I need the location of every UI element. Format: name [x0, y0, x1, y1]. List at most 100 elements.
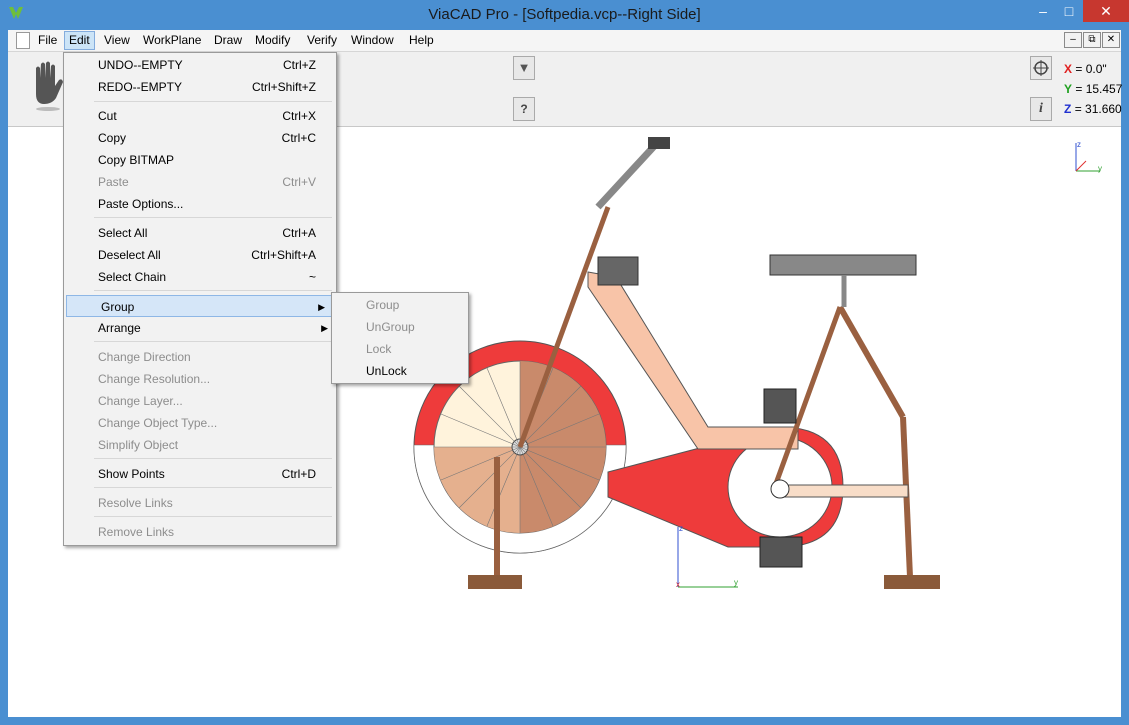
- menu-item-label: Resolve Links: [98, 496, 173, 510]
- menu-item-label: UNDO--EMPTY: [98, 58, 183, 72]
- maximize-button[interactable]: □: [1056, 0, 1082, 22]
- menu-item-shortcut: Ctrl+X: [282, 109, 316, 123]
- menu-item-shortcut: Ctrl+Z: [283, 58, 316, 72]
- menu-item-label: Arrange: [98, 321, 141, 335]
- edit-menu-item-change-direction: Change Direction: [64, 346, 336, 368]
- z-value: = 31.660: [1074, 102, 1122, 116]
- menu-item-label: Cut: [98, 109, 117, 123]
- edit-menu-item-change-resolution: Change Resolution...: [64, 368, 336, 390]
- menu-item-shortcut: Ctrl+A: [282, 226, 316, 240]
- edit-menu-item-copy[interactable]: Copy Ctrl+C: [64, 127, 336, 149]
- menu-window[interactable]: Window: [347, 33, 398, 50]
- menu-item-label: Lock: [366, 342, 392, 356]
- menu-item-label: Copy: [98, 131, 127, 145]
- menu-item-label: Paste: [98, 175, 129, 189]
- menu-separator: [94, 101, 332, 102]
- edit-menu-item-paste: Paste Ctrl+V: [64, 171, 336, 193]
- mdi-restore-button[interactable]: ⧉: [1083, 32, 1101, 48]
- help-button[interactable]: ?: [513, 97, 535, 121]
- submenu-arrow-icon: ▶: [321, 323, 328, 333]
- menu-view[interactable]: View: [100, 33, 134, 50]
- menu-separator: [94, 487, 332, 488]
- edit-menu-item-show-points[interactable]: Show Points Ctrl+D: [64, 463, 336, 485]
- edit-menu-item-change-layer: Change Layer...: [64, 390, 336, 412]
- snap-target-icon[interactable]: [1030, 56, 1052, 80]
- hand-pan-icon[interactable]: [30, 60, 66, 112]
- menu-item-label: Change Direction: [98, 350, 191, 364]
- menu-modify[interactable]: Modify: [251, 33, 294, 50]
- close-button[interactable]: ✕: [1083, 0, 1129, 22]
- menu-item-shortcut: Ctrl+C: [281, 131, 316, 145]
- edit-menu-item-remove-links: Remove Links: [64, 521, 336, 543]
- menu-separator: [94, 341, 332, 342]
- menu-item-shortcut: Ctrl+V: [282, 175, 316, 189]
- edit-menu-item-arrange[interactable]: Arrange ▶: [64, 317, 336, 339]
- menu-item-shortcut: ~: [308, 270, 316, 284]
- menu-help[interactable]: Help: [405, 33, 438, 50]
- group-submenu-item-ungroup: UnGroup: [332, 316, 468, 338]
- menu-item-label: Remove Links: [98, 525, 175, 539]
- y-label: Y: [1064, 82, 1073, 96]
- info-button[interactable]: i: [1030, 97, 1052, 121]
- menu-item-label: Select All: [98, 226, 148, 240]
- menu-item-shortcut: Ctrl+D: [281, 467, 316, 481]
- x-value: = 0.0": [1075, 62, 1107, 76]
- coordinate-readout: X = 0.0" Y = 15.457 Z = 31.660: [1062, 60, 1122, 122]
- menu-item-label: REDO--EMPTY: [98, 80, 182, 94]
- edit-menu-item-change-object-type: Change Object Type...: [64, 412, 336, 434]
- edit-menu-item-undo-empty[interactable]: UNDO--EMPTY Ctrl+Z: [64, 54, 336, 76]
- dropdown-arrow-button[interactable]: ▼: [513, 56, 535, 80]
- edit-menu-item-paste-options[interactable]: Paste Options...: [64, 193, 336, 215]
- menu-item-label: Paste Options...: [98, 197, 184, 211]
- menu-file[interactable]: File: [34, 33, 61, 50]
- menu-item-label: UnGroup: [366, 320, 415, 334]
- menu-item-label: Copy BITMAP: [98, 153, 175, 167]
- svg-text:y: y: [734, 578, 738, 587]
- menu-verify[interactable]: Verify: [303, 33, 341, 50]
- minimize-button[interactable]: –: [1030, 0, 1056, 22]
- menu-item-label: Change Layer...: [98, 394, 183, 408]
- menu-item-label: Change Object Type...: [98, 416, 218, 430]
- menu-separator: [94, 516, 332, 517]
- menu-workplane[interactable]: WorkPlane: [139, 33, 205, 50]
- window-title: ViaCAD Pro - [Softpedia.vcp--Right Side]: [428, 6, 701, 23]
- edit-menu-item-simplify-object: Simplify Object: [64, 434, 336, 456]
- edit-menu-item-deselect-all[interactable]: Deselect All Ctrl+Shift+A: [64, 244, 336, 266]
- menu-bar: File Edit View WorkPlane Draw Modify Ver…: [8, 30, 1121, 52]
- group-submenu-item-unlock[interactable]: UnLock: [332, 360, 468, 382]
- svg-text:z: z: [1077, 140, 1081, 149]
- menu-separator: [94, 217, 332, 218]
- title-bar[interactable]: ViaCAD Pro - [Softpedia.vcp--Right Side]…: [0, 0, 1129, 30]
- edit-menu-item-redo-empty[interactable]: REDO--EMPTY Ctrl+Shift+Z: [64, 76, 336, 98]
- menu-draw[interactable]: Draw: [210, 33, 246, 50]
- edit-menu-item-select-all[interactable]: Select All Ctrl+A: [64, 222, 336, 244]
- z-label: Z: [1064, 102, 1072, 116]
- edit-menu-item-cut[interactable]: Cut Ctrl+X: [64, 105, 336, 127]
- menu-separator: [94, 458, 332, 459]
- document-icon[interactable]: [16, 32, 30, 49]
- svg-text:x: x: [676, 580, 680, 589]
- svg-text:z: z: [679, 524, 683, 533]
- mdi-minimize-button[interactable]: –: [1064, 32, 1082, 48]
- edit-menu-item-resolve-links: Resolve Links: [64, 492, 336, 514]
- submenu-arrow-icon: ▶: [318, 302, 325, 312]
- mdi-close-button[interactable]: ✕: [1102, 32, 1120, 48]
- edit-menu-item-select-chain[interactable]: Select Chain ~: [64, 266, 336, 288]
- menu-item-label: Change Resolution...: [98, 372, 211, 386]
- group-submenu-item-group: Group: [332, 294, 468, 316]
- menu-item-label: Group: [366, 298, 400, 312]
- menu-edit[interactable]: Edit: [64, 31, 95, 50]
- group-submenu: Group UnGroup Lock UnLock: [331, 292, 469, 384]
- menu-item-label: Simplify Object: [98, 438, 179, 452]
- edit-menu: UNDO--EMPTY Ctrl+Z REDO--EMPTY Ctrl+Shift+Z…: [63, 52, 337, 546]
- seat: [769, 254, 917, 307]
- window-bottom-border: [8, 717, 1121, 725]
- menu-item-shortcut: Ctrl+Shift+A: [251, 248, 316, 262]
- edit-menu-item-group[interactable]: Group ▶: [66, 295, 334, 317]
- x-label: X: [1064, 62, 1073, 76]
- menu-separator: [94, 290, 332, 291]
- edit-menu-item-copy-bitmap[interactable]: Copy BITMAP: [64, 149, 336, 171]
- menu-item-label: Show Points: [98, 467, 165, 481]
- y-value: = 15.457: [1075, 82, 1122, 96]
- menu-item-label: Group: [101, 300, 135, 314]
